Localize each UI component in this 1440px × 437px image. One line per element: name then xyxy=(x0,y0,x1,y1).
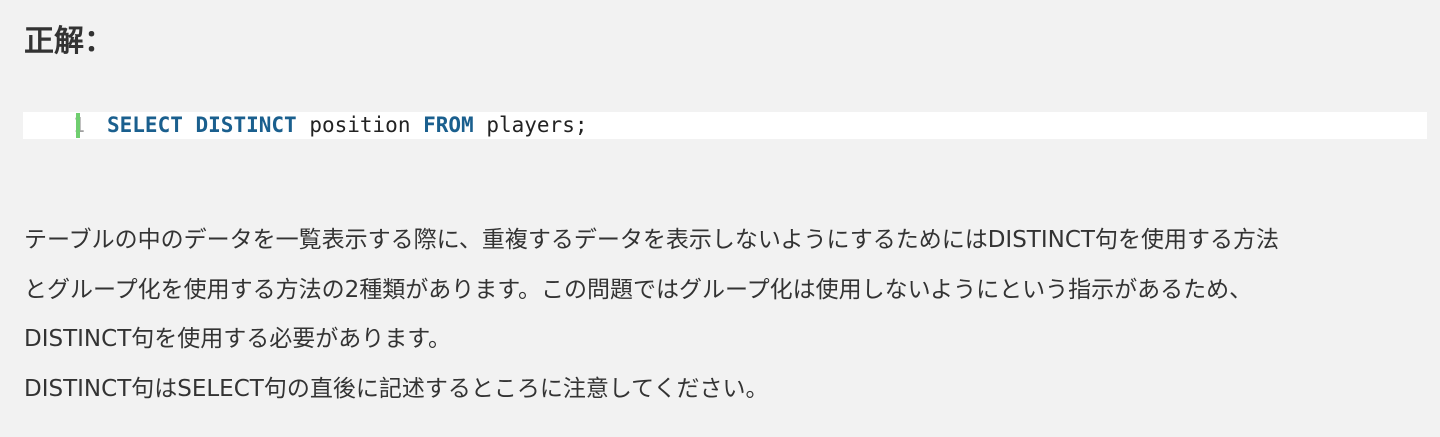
explanation-line-2: とグループ化を使用する方法の2種類があります。この問題ではグループ化は使用しない… xyxy=(24,276,1253,303)
explanation-line-3: DISTINCT句を使用する必要があります。 xyxy=(24,326,451,352)
explanation-line-1: テーブルの中のデータを一覧表示する際に、重複するデータを表示しないようにするため… xyxy=(24,227,1279,253)
code-identifier-position: position xyxy=(296,113,424,137)
code-keyword-select: SELECT xyxy=(107,113,183,137)
code-gutter-marker xyxy=(76,113,80,138)
code-keyword-from: FROM xyxy=(423,113,474,137)
code-block: 1 SELECT DISTINCT position FROM players; xyxy=(23,112,1427,139)
code-line: SELECT DISTINCT position FROM players; xyxy=(107,112,587,139)
answer-heading: 正解： xyxy=(24,24,114,59)
code-identifier-players: players; xyxy=(473,113,588,137)
explanation-text: テーブルの中のデータを一覧表示する際に、重複するデータを表示しないようにするため… xyxy=(24,216,1424,414)
code-keyword-distinct: DISTINCT xyxy=(195,113,297,137)
explanation-line-4: DISTINCT句はSELECT句の直後に記述するところに注意してください。 xyxy=(24,375,769,402)
